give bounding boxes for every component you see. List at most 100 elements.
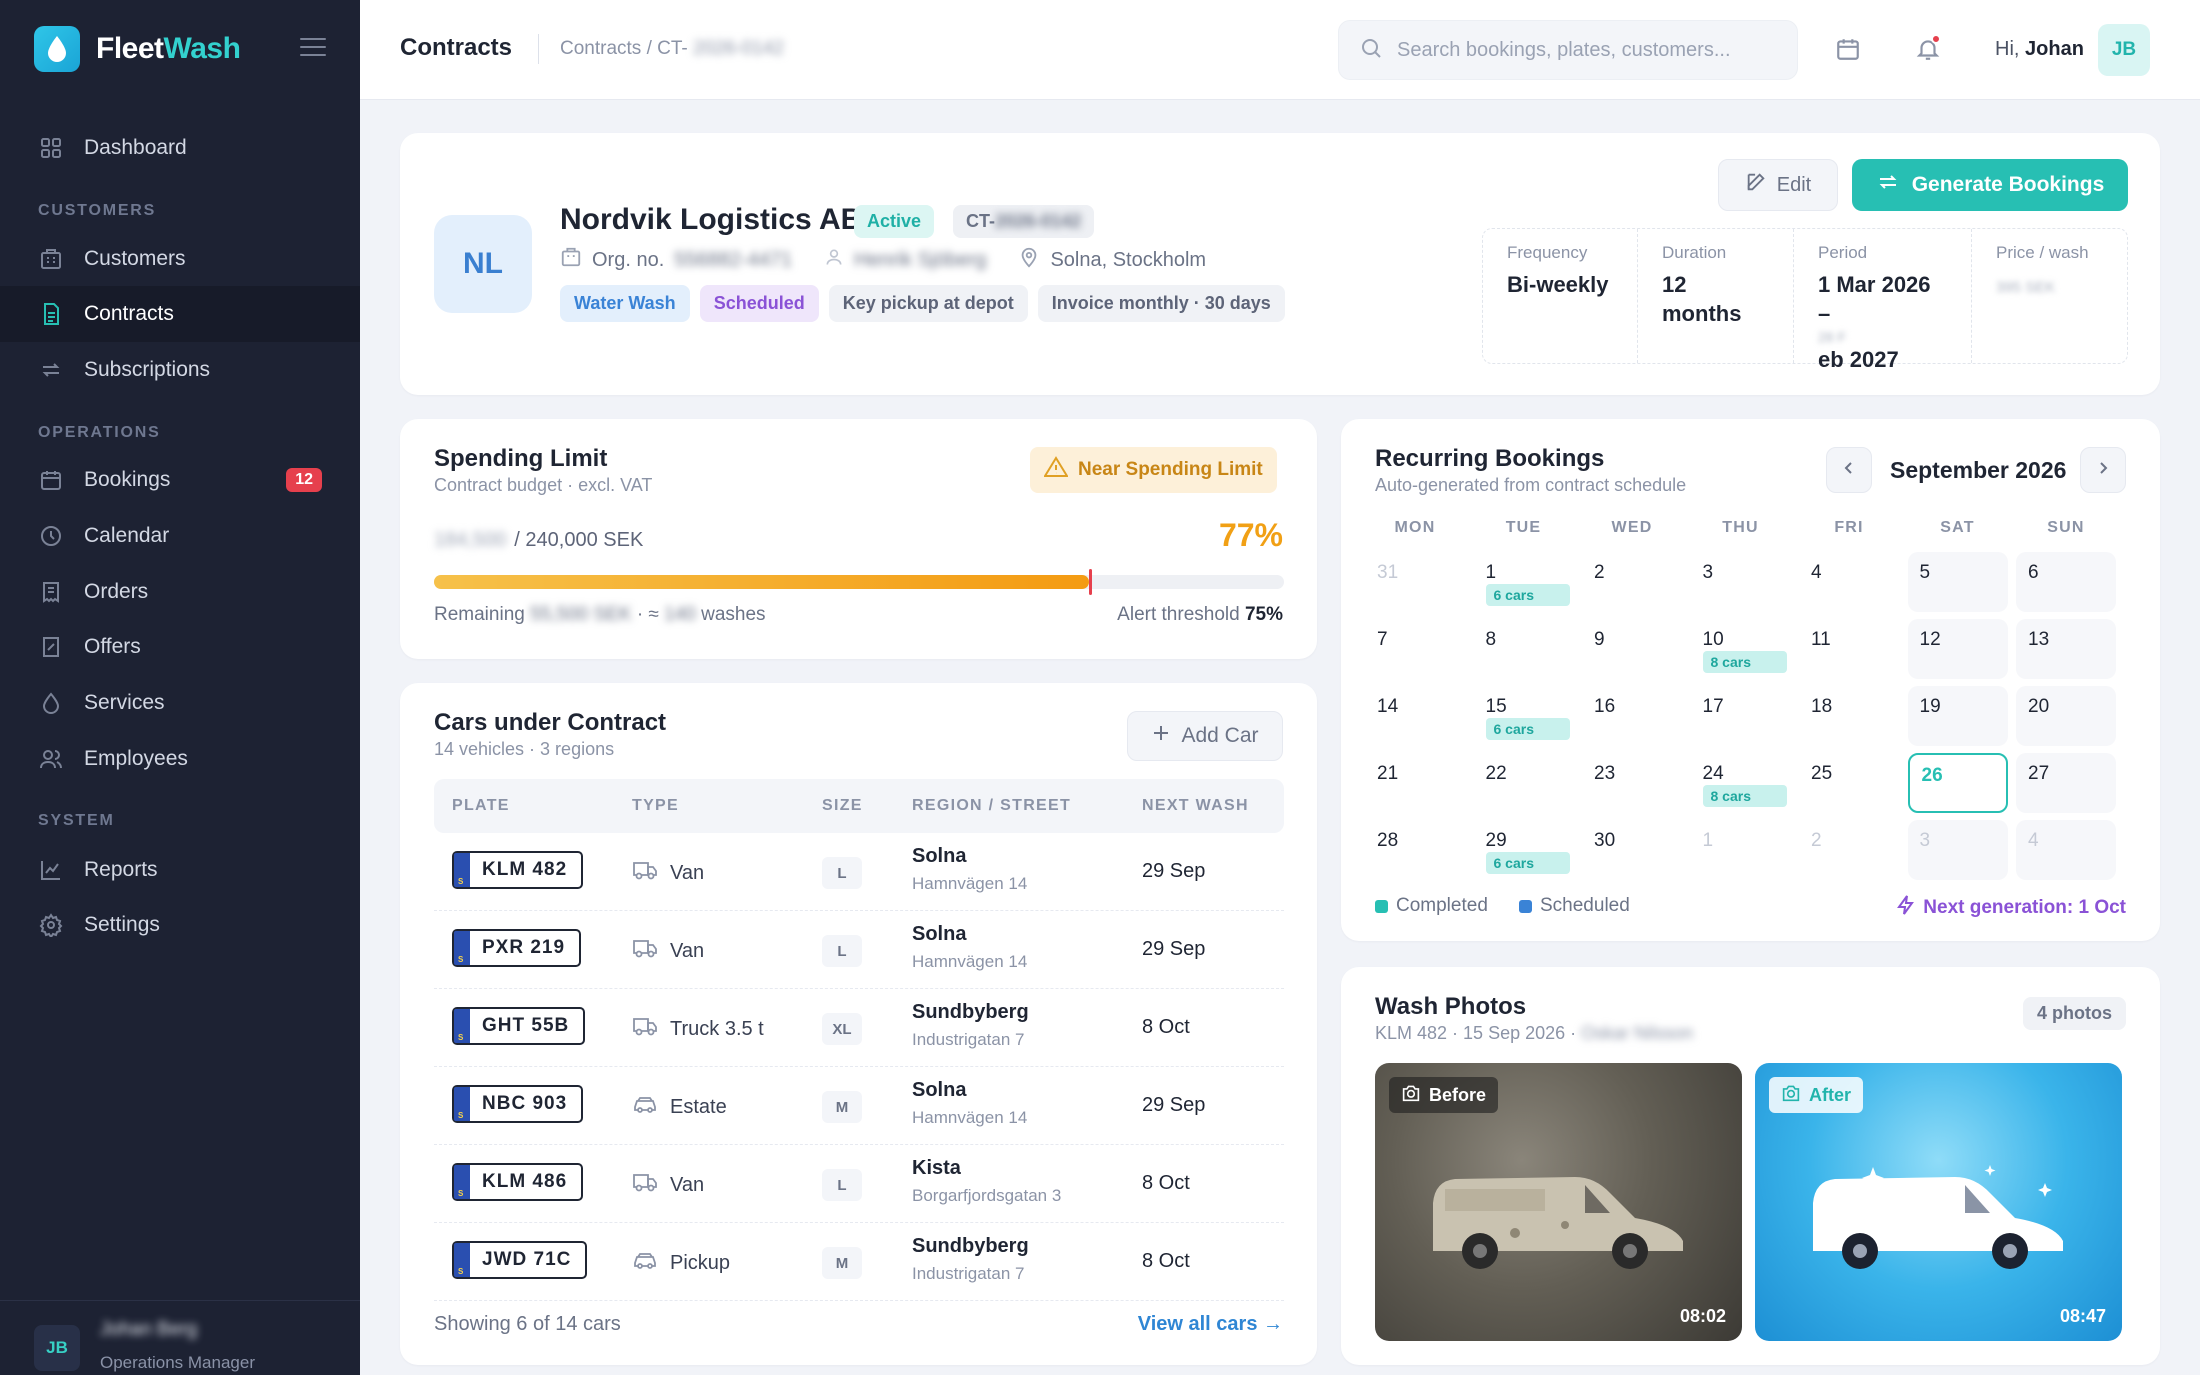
calendar-day[interactable]: 9 — [1582, 619, 1682, 679]
next-wash-date: 29 Sep — [1142, 860, 1206, 882]
calendar-day[interactable]: 3 — [1691, 552, 1791, 612]
search-box[interactable] — [1338, 20, 1798, 80]
nav-section-operations: OPERATIONS — [38, 424, 161, 441]
table-row[interactable]: PXR 219 Van L SolnaHamnvägen 14 29 Sep — [434, 911, 1284, 989]
calendar-day[interactable]: 21 — [1365, 753, 1465, 813]
sidebar-item-calendar[interactable]: Calendar — [0, 508, 360, 564]
calendar-day[interactable]: 2 — [1582, 552, 1682, 612]
after-label: After — [1769, 1077, 1864, 1113]
table-row[interactable]: JWD 71C Pickup M SundbybergIndustrigatan 7 8… — [434, 1223, 1284, 1301]
bell-icon[interactable] — [1913, 34, 1943, 64]
contract-tags: Water Wash Scheduled Key pickup at depot… — [560, 285, 1285, 322]
license-plate: PXR 219 — [452, 929, 582, 967]
calendar-day[interactable]: 19 — [1907, 686, 2008, 746]
menu-toggle-icon[interactable] — [300, 38, 326, 60]
sidebar-item-services[interactable]: Services — [0, 675, 360, 731]
calendar-day[interactable]: 3 — [1907, 820, 2008, 880]
after-photo[interactable]: After 08:47 — [1755, 1063, 2122, 1341]
calendar-day[interactable]: 20 — [2016, 686, 2116, 746]
user-icon — [824, 247, 844, 273]
next-month-button[interactable] — [2080, 447, 2126, 493]
next-wash-date: 29 Sep — [1142, 1094, 1206, 1116]
before-photo[interactable]: Before 08:02 — [1375, 1063, 1742, 1341]
add-car-button[interactable]: Add Car — [1127, 711, 1283, 761]
edit-button[interactable]: Edit — [1718, 159, 1838, 211]
search-input[interactable] — [1397, 38, 1777, 62]
calendar-day[interactable]: 23 — [1582, 753, 1682, 813]
car-icon — [632, 1249, 658, 1277]
calendar-day[interactable]: 25 — [1799, 753, 1899, 813]
calendar-day[interactable]: 22 — [1474, 753, 1574, 813]
calendar-day[interactable]: 15 6 cars — [1474, 686, 1574, 746]
building-icon — [38, 246, 64, 272]
calendar-day[interactable]: 12 — [1907, 619, 2008, 679]
calendar-day[interactable]: 27 — [2016, 753, 2116, 813]
sidebar-item-orders[interactable]: Orders — [0, 564, 360, 620]
calendar-day[interactable]: 11 — [1799, 619, 1899, 679]
sidebar-item-label: Services — [84, 691, 165, 714]
calendar-day[interactable]: 17 — [1691, 686, 1791, 746]
droplet-icon — [38, 690, 64, 716]
calendar-day[interactable]: 2 — [1799, 820, 1899, 880]
calendar-day[interactable]: 18 — [1799, 686, 1899, 746]
column-header[interactable]: NEXT WASH — [1142, 797, 1249, 815]
weekday-label: MON — [1394, 519, 1436, 536]
card-subtitle: Contract budget · excl. VAT — [434, 475, 653, 495]
spending-percent: 77% — [1218, 517, 1283, 553]
sidebar-item-subscriptions[interactable]: Subscriptions — [0, 342, 360, 398]
column-header[interactable]: SIZE — [822, 797, 863, 815]
calendar-day[interactable]: 7 — [1365, 619, 1465, 679]
calendar-day[interactable]: 6 — [2016, 552, 2116, 612]
stat-price: Price / wash 395 SEK — [1996, 243, 2089, 296]
brand[interactable]: FleetWash — [34, 26, 241, 72]
calendar-day[interactable]: 4 — [1799, 552, 1899, 612]
calendar-day[interactable]: 16 — [1582, 686, 1682, 746]
column-header[interactable]: TYPE — [632, 797, 679, 815]
sidebar-item-contracts[interactable]: Contracts — [0, 286, 360, 342]
truck-icon — [632, 1015, 658, 1043]
contract-id-badge: CT-2026-0142 — [953, 205, 1095, 238]
table-row[interactable]: NBC 903 Estate M SolnaHamnvägen 14 29 Sep — [434, 1067, 1284, 1145]
table-row[interactable]: KLM 486 Van L KistaBorgarfjordsgatan 3 8 Oct — [434, 1145, 1284, 1223]
truck-icon — [632, 859, 658, 887]
region-street: Sundbyberg Industrigatan 7 — [912, 1001, 1029, 1049]
calendar-day[interactable]: 10 8 cars — [1691, 619, 1791, 679]
sidebar-item-label: Offers — [84, 635, 141, 658]
avatar[interactable]: JB — [2098, 24, 2150, 76]
sidebar-item-employees[interactable]: Employees — [0, 731, 360, 787]
breadcrumb[interactable]: Contracts / CT- 2026-0142 — [560, 38, 784, 60]
droplet-logo-icon — [34, 26, 80, 72]
calendar-day-today[interactable]: 26 — [1907, 753, 2008, 813]
previous-month-button[interactable] — [1826, 447, 1872, 493]
license-plate: NBC 903 — [452, 1085, 584, 1123]
table-row[interactable]: GHT 55B Truck 3.5 t XL SundbybergIndustriga… — [434, 989, 1284, 1067]
calendar-day[interactable]: 29 6 cars — [1474, 820, 1574, 880]
sidebar-item-customers[interactable]: Customers — [0, 231, 360, 287]
sidebar-item-bookings[interactable]: Bookings 12 — [0, 452, 360, 508]
calendar-day[interactable]: 5 — [1907, 552, 2008, 612]
sidebar-item-reports[interactable]: Reports — [0, 842, 360, 898]
calendar-day[interactable]: 30 — [1582, 820, 1682, 880]
table-row[interactable]: KLM 482 Van L SolnaHamnvägen 14 29 Sep — [434, 833, 1284, 911]
eu-flag-icon — [454, 1243, 470, 1277]
calendar-day[interactable]: 24 8 cars — [1691, 753, 1791, 813]
sidebar-item-label: Calendar — [84, 524, 170, 547]
calendar-day[interactable]: 4 — [2016, 820, 2116, 880]
calendar-day[interactable]: 28 — [1365, 820, 1465, 880]
sidebar-item-settings[interactable]: Settings — [0, 897, 360, 953]
calendar-day[interactable]: 31 — [1365, 552, 1465, 612]
sidebar-item-dashboard[interactable]: Dashboard — [0, 120, 360, 176]
column-header[interactable]: REGION / STREET — [912, 797, 1071, 815]
calendar-day[interactable]: 14 — [1365, 686, 1465, 746]
calendar-day[interactable]: 8 — [1474, 619, 1574, 679]
view-all-cars-link[interactable]: View all cars → — [1138, 1313, 1283, 1336]
calendar-day[interactable]: 16 cars — [1474, 552, 1574, 612]
sidebar-user[interactable]: JB Johan Berg Operations Manager — [0, 1300, 360, 1375]
calendar-day[interactable]: 13 — [2016, 619, 2116, 679]
calendar-day[interactable]: 1 — [1691, 820, 1791, 880]
sidebar-item-offers[interactable]: Offers — [0, 619, 360, 675]
contract-stats: Frequency Bi-weekly Duration 12 months Per… — [1482, 228, 2128, 372]
calendar-icon[interactable] — [1833, 34, 1863, 64]
column-header[interactable]: PLATE — [452, 797, 510, 815]
generate-bookings-button[interactable]: Generate Bookings — [1852, 159, 2128, 211]
